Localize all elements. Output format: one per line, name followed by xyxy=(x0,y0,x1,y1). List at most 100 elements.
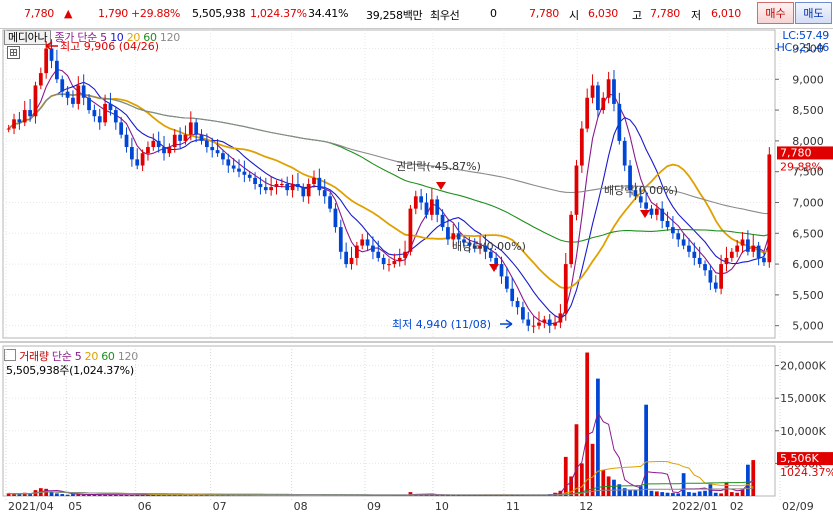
rights-annotation: 권리락(-45.87%) xyxy=(396,160,481,173)
time-tick-label: 08 xyxy=(294,500,308,513)
time-tick-label: 10 xyxy=(435,500,449,513)
volume-bar xyxy=(119,494,124,496)
volume-bar xyxy=(531,495,536,496)
volume-bar xyxy=(521,495,525,496)
price-tag: 7,780 xyxy=(780,146,812,159)
volume-bar xyxy=(285,495,290,496)
volume-bar xyxy=(242,495,247,496)
volume-bar xyxy=(579,463,584,496)
candle-body xyxy=(312,177,316,184)
price-tick-label: 8,500 xyxy=(792,104,824,117)
volume-bar xyxy=(654,491,659,496)
volume-bar xyxy=(269,495,274,496)
candle-body xyxy=(333,208,338,228)
grid-toggle-icon[interactable] xyxy=(7,46,20,59)
volume-bar xyxy=(687,492,691,496)
volume-bar xyxy=(146,495,150,496)
candle-body xyxy=(537,322,541,326)
volume-bar xyxy=(387,495,391,496)
volume-bar xyxy=(103,494,107,496)
vma20-line xyxy=(8,461,754,496)
volume-bar xyxy=(130,495,134,496)
volume-bar xyxy=(719,493,723,496)
volume-bar xyxy=(140,494,145,496)
price-panel-frame xyxy=(2,29,776,339)
volume-bar xyxy=(606,476,611,496)
volume-bar xyxy=(553,492,557,496)
price-tag-bg xyxy=(777,146,833,160)
volume-bar xyxy=(306,495,311,496)
candle-body xyxy=(119,122,124,135)
price-tick-label: 6,000 xyxy=(792,258,824,271)
up-arrow-icon: ▲ xyxy=(64,7,73,20)
volume-bar xyxy=(215,495,220,496)
candle-body xyxy=(521,307,525,320)
candle-body xyxy=(183,134,188,141)
best-bid-qty: 0 xyxy=(490,7,497,20)
volume-bar xyxy=(258,495,263,496)
volume-bar xyxy=(697,491,702,496)
candle-body xyxy=(574,165,579,215)
candle-body xyxy=(671,227,675,234)
candle-body xyxy=(596,85,600,111)
volume-bar xyxy=(462,495,466,496)
volume-bar xyxy=(435,494,440,496)
low-arrow-icon xyxy=(500,319,513,329)
volume-bar xyxy=(494,495,499,496)
buy-button[interactable]: 매수 xyxy=(757,2,794,24)
volume-bar xyxy=(413,494,418,496)
volume-bar xyxy=(301,495,306,496)
candle-body xyxy=(49,48,54,61)
ma60-line xyxy=(8,93,770,243)
ma5-line xyxy=(8,68,770,325)
volume-bar xyxy=(740,489,745,496)
volume-bar xyxy=(221,495,225,496)
trade-amount: 39,258백만 xyxy=(366,9,423,22)
volume-bar xyxy=(344,495,349,496)
volume-bar xyxy=(60,494,65,496)
volume-bar xyxy=(194,495,199,496)
volume-bar xyxy=(371,495,375,496)
volume-bar xyxy=(456,495,461,496)
price-tick-label: 5,000 xyxy=(792,320,824,333)
candle-body xyxy=(194,122,199,135)
volume-bar xyxy=(290,495,295,496)
time-tick-label: 2021/04 xyxy=(8,500,54,513)
volume-tick-label: 20,000K xyxy=(780,360,826,373)
volume-bar xyxy=(28,494,32,496)
candle-body xyxy=(762,257,766,263)
candle-body xyxy=(226,159,231,166)
candle-body xyxy=(526,319,531,326)
ma-indicator-label[interactable]: 종가 단순 xyxy=(54,31,97,44)
time-tick-label: 2022/01 xyxy=(672,500,718,513)
volume-bar xyxy=(81,494,86,496)
candle-body xyxy=(188,122,193,135)
candle-body xyxy=(17,119,22,123)
sell-button[interactable]: 매도 xyxy=(795,2,832,24)
stock-name[interactable]: 메디아나 xyxy=(4,30,52,45)
volume-bar xyxy=(472,495,477,496)
volume-panel-icon[interactable] xyxy=(4,349,16,361)
volume-bar xyxy=(649,490,654,496)
volume-tick-label: 10,000K xyxy=(780,425,826,438)
candle-body xyxy=(633,190,638,197)
volume-value: 5,505,938 xyxy=(192,7,246,20)
volume-bar xyxy=(563,456,568,496)
time-tick-label: 06 xyxy=(138,500,152,513)
dividend-down-arrow-icon-1 xyxy=(489,264,499,272)
volume-bar xyxy=(429,494,434,496)
candle-body xyxy=(703,264,707,271)
volume-bar xyxy=(76,494,81,496)
candle-body xyxy=(306,184,311,197)
candle-body xyxy=(681,239,686,246)
candle-body xyxy=(146,147,150,154)
candle-body xyxy=(322,190,327,197)
high-price: 7,780 xyxy=(650,7,680,20)
volume-bar xyxy=(226,495,231,496)
volume-bar xyxy=(504,495,509,496)
price-tick-label: 9,000 xyxy=(792,73,824,86)
candle-body xyxy=(510,288,515,302)
volume-bar xyxy=(338,495,343,496)
candle-body xyxy=(360,239,365,246)
candle-body xyxy=(563,264,568,314)
